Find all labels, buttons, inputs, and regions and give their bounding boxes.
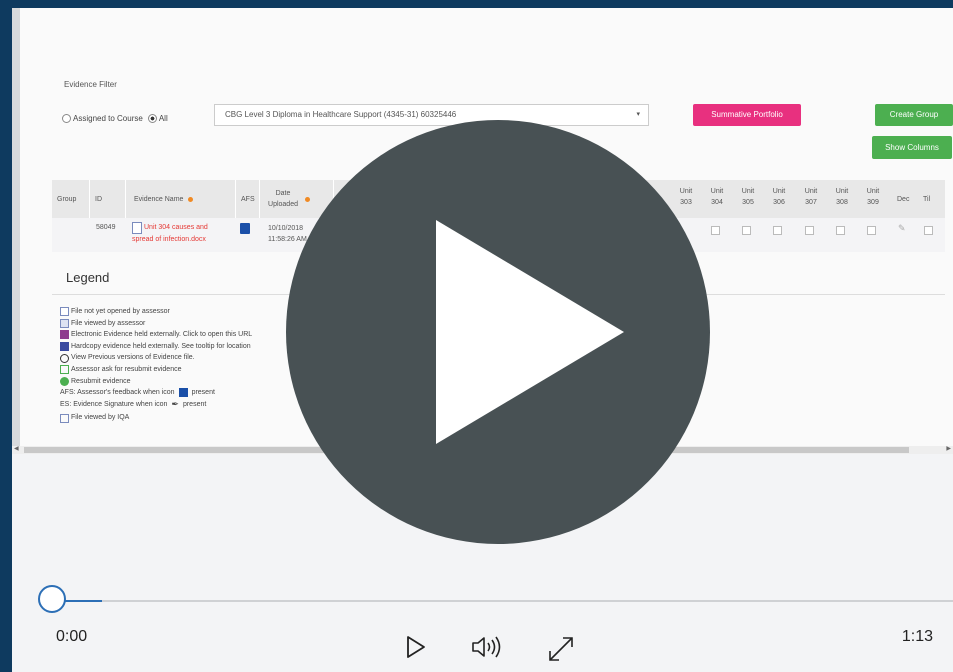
col-date-uploaded-label: Date Uploaded (268, 190, 298, 208)
til-checkbox[interactable] (924, 226, 933, 235)
summative-portfolio-button[interactable]: Summative Portfolio (693, 104, 801, 126)
unit-checkbox[interactable] (867, 226, 876, 235)
radio-group: Assigned to Course All (62, 114, 168, 123)
volume-icon (472, 636, 501, 658)
unit-checkbox[interactable] (836, 226, 845, 235)
radio-assigned[interactable] (62, 114, 71, 123)
play-button[interactable] (404, 634, 428, 665)
col-dec[interactable]: Dec (892, 180, 918, 218)
legend-title: Legend (66, 270, 110, 285)
course-select[interactable]: CBG Level 3 Diploma in Healthcare Suppor… (214, 104, 649, 126)
pencil-icon[interactable]: ✎ (898, 223, 906, 234)
fullscreen-button[interactable] (546, 634, 576, 669)
col-evidence-name[interactable]: Evidence Name (126, 180, 236, 218)
pen-icon: ✒ (171, 398, 179, 409)
col-unit-308[interactable]: Unit 308 (829, 186, 855, 208)
create-group-button[interactable]: Create Group (875, 104, 953, 126)
play-icon (407, 636, 425, 658)
legend-list: File not yet opened by assessor File vie… (60, 306, 252, 424)
col-evidence-name-label: Evidence Name (134, 195, 184, 203)
current-time: 0:00 (56, 628, 88, 645)
col-unit-305[interactable]: Unit 305 (735, 186, 761, 208)
date-uploaded: 10/10/2018 11:58:26 AM (268, 223, 307, 245)
col-unit-307[interactable]: Unit 307 (798, 186, 824, 208)
col-unit-303[interactable]: Unit 303 (673, 186, 699, 208)
legend-item: File not yet opened by assessor (60, 306, 252, 318)
play-overlay-button[interactable] (286, 120, 710, 544)
unit-checkbox[interactable] (711, 226, 720, 235)
time-value: 11:58:26 AM (268, 236, 307, 243)
legend-text: ES: Evidence Signature when icon (60, 400, 168, 408)
legend-item: Electronic Evidence held externally. Cli… (60, 329, 252, 341)
hardcopy-icon (60, 342, 69, 352)
external-link-icon (60, 330, 69, 340)
unit-checkbox[interactable] (742, 226, 751, 235)
col-unit-304[interactable]: Unit 304 (704, 186, 730, 208)
legend-text: AFS: Assessor's feedback when icon (60, 389, 175, 397)
afs-feedback-icon[interactable] (240, 223, 250, 234)
legend-text: Electronic Evidence held externally. Cli… (71, 331, 253, 339)
legend-item: Hardcopy evidence held externally. See t… (60, 341, 252, 353)
unit-checkbox[interactable] (773, 226, 782, 235)
legend-present: present (191, 389, 215, 397)
col-afs[interactable]: AFS (236, 180, 260, 218)
window-frame (0, 0, 12, 672)
legend-item: ES: Evidence Signature when icon ✒ present (60, 399, 252, 411)
radio-all[interactable] (147, 114, 157, 123)
legend-item: Resubmit evidence (60, 376, 252, 388)
col-unit-306[interactable]: Unit 306 (766, 186, 792, 208)
legend-item: File viewed by IQA (60, 412, 252, 424)
legend-present: present (182, 400, 207, 408)
volume-button[interactable] (470, 634, 506, 665)
resubmit-request-icon (60, 365, 69, 375)
legend-text: File not yet opened by assessor (71, 308, 170, 315)
course-select-value: CBG Level 3 Diploma in Healthcare Suppor… (225, 110, 457, 119)
row-id: 58049 (96, 224, 116, 231)
history-icon (60, 353, 69, 363)
play-icon (436, 220, 624, 444)
evidence-filter-title: Evidence Filter (64, 80, 117, 89)
show-columns-button[interactable]: Show Columns (872, 136, 952, 159)
evidence-link[interactable]: Unit 304 causes and spread of infection.… (132, 222, 230, 245)
legend-text: Assessor ask for resubmit evidence (71, 365, 182, 373)
radio-all-label: All (158, 114, 168, 123)
col-group[interactable]: Group (52, 180, 90, 218)
file-unopened-icon (60, 307, 69, 317)
duration: 1:13 (901, 628, 933, 645)
magnifier-icon (60, 413, 69, 423)
file-icon (132, 222, 142, 234)
legend-text: Resubmit evidence (71, 377, 131, 385)
video-stage[interactable]: Evidence Filter Assigned to Course All C… (12, 8, 953, 672)
file-viewed-icon (60, 318, 69, 328)
date-value: 10/10/2018 (268, 225, 304, 232)
seek-thumb[interactable] (38, 585, 66, 613)
radio-assigned-label: Assigned to Course (73, 114, 143, 123)
legend-item: Assessor ask for resubmit evidence (60, 364, 252, 376)
seek-bar[interactable] (48, 600, 953, 602)
legend-text: File viewed by IQA (71, 414, 130, 422)
evidence-name: Unit 304 causes and spread of infection.… (132, 224, 208, 243)
legend-text: File viewed by assessor (71, 319, 146, 327)
sort-dot-icon (305, 196, 310, 202)
afs-icon (178, 388, 188, 398)
col-id[interactable]: ID (90, 180, 126, 218)
scroll-left-icon[interactable]: ◀ (14, 445, 19, 452)
video-edge (12, 8, 20, 448)
legend-text: View Previous versions of Evidence file. (71, 354, 195, 362)
unit-checkbox[interactable] (805, 226, 814, 235)
legend-item: View Previous versions of Evidence file. (60, 352, 252, 364)
legend-item: AFS: Assessor's feedback when icon presen… (60, 387, 252, 399)
col-unit-309[interactable]: Unit 309 (860, 186, 886, 208)
sort-dot-icon (188, 196, 194, 202)
scroll-right-icon[interactable]: ▶ (946, 445, 951, 452)
col-til[interactable]: Til (918, 180, 944, 218)
legend-text: Hardcopy evidence held externally. See t… (71, 342, 251, 350)
legend-item: File viewed by assessor (60, 318, 252, 330)
resubmit-icon (60, 376, 69, 386)
chevron-down-icon: ▾ (636, 111, 640, 118)
fullscreen-icon (549, 637, 573, 661)
